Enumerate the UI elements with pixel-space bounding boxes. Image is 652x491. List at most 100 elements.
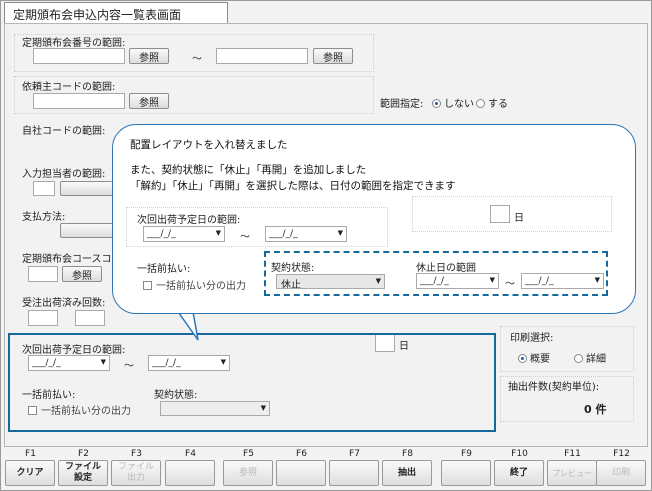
payment-method-button[interactable] (60, 223, 116, 238)
window-title-tab[interactable]: 定期頒布会申込内容一覧表画面 (4, 2, 228, 24)
course-code-input[interactable] (28, 266, 58, 282)
callout-pause-from-date[interactable]: ___/_/_ ▼ (416, 273, 499, 289)
fkey-f8[interactable]: F8 抽出 (381, 448, 434, 488)
fkey-number: F4 (185, 449, 196, 459)
range-spec-no[interactable]: しない (432, 95, 474, 110)
fkey-f4[interactable]: F4 (164, 448, 217, 488)
callout-next-ship-tilde: ～ (240, 232, 250, 243)
fkey-number: F7 (349, 449, 360, 459)
fkey-f1[interactable]: F1 クリア (4, 448, 57, 488)
staff-browse-button[interactable] (60, 181, 116, 196)
callout-next-ship-to[interactable]: ___/_/_ ▼ (265, 226, 347, 242)
callout-lump-checkbox[interactable]: 一括前払い分の出力 (143, 277, 246, 292)
fkey-f9[interactable]: F9 (440, 448, 493, 488)
fkey-f12-button[interactable]: 印刷 (596, 460, 646, 486)
shipped-count-label: 受注出荷済み回数: (22, 298, 106, 309)
fkey-f3[interactable]: F3 ファイル 出力 (110, 448, 163, 488)
range-spec-no-radio[interactable] (432, 99, 441, 108)
callout-pause-date-label: 休止日の範囲 (416, 263, 476, 274)
number-to-browse-button[interactable]: 参照 (313, 48, 353, 64)
client-code-input[interactable] (33, 93, 125, 109)
fkey-f11[interactable]: F11 プレビュー (546, 448, 599, 488)
lump-sum-check-label: 一括前払い分の出力 (41, 406, 131, 417)
callout-next-ship-from[interactable]: ___/_/_ ▼ (143, 226, 225, 242)
fkey-f6-button[interactable] (276, 460, 326, 486)
chevron-down-icon: ▼ (215, 229, 221, 237)
shipped-count-to-input[interactable] (75, 310, 105, 326)
callout-day-label: 日 (514, 213, 524, 224)
next-ship-to-date[interactable]: ___/_/_ ▼ (148, 355, 230, 371)
range-spec-label: 範囲指定: (380, 99, 424, 110)
print-detail-option[interactable]: 詳細 (574, 350, 606, 365)
fkey-f7-button[interactable] (329, 460, 379, 486)
fkey-f11-button[interactable]: プレビュー (547, 460, 597, 486)
callout-day-section (412, 196, 612, 232)
callout-contract-label: 契約状態: (271, 263, 315, 274)
fkey-f4-button[interactable] (165, 460, 215, 486)
print-summary-option[interactable]: 概要 (518, 350, 550, 365)
shipped-count-from-input[interactable] (28, 310, 58, 326)
fkey-f3-button[interactable]: ファイル 出力 (111, 460, 161, 486)
chevron-down-icon: ▼ (594, 276, 600, 284)
staff-code-input[interactable] (33, 181, 55, 196)
fkey-f12[interactable]: F12 印刷 (595, 448, 648, 488)
fkey-f8-button[interactable]: 抽出 (382, 460, 432, 486)
next-ship-to-date-text: ___/_/_ (152, 358, 181, 368)
fkey-number: F11 (564, 449, 581, 459)
fkey-f5[interactable]: F5 参照 (222, 448, 275, 488)
number-to-input[interactable] (216, 48, 308, 64)
next-ship-from-date[interactable]: ___/_/_ ▼ (28, 355, 110, 371)
callout-contract-select[interactable]: 休止 ▼ (276, 274, 385, 289)
callout-line-1: 配置レイアウトを入れ替えました (130, 139, 288, 151)
chevron-down-icon: ▼ (100, 358, 106, 366)
course-browse-button[interactable]: 参照 (62, 266, 102, 282)
callout-day-input[interactable] (490, 205, 510, 223)
number-range-label: 定期頒布会番号の範囲: (22, 38, 126, 49)
print-detail-radio[interactable] (574, 354, 583, 363)
print-summary-radio[interactable] (518, 354, 527, 363)
extract-count-label: 抽出件数(契約単位): (508, 382, 600, 393)
chevron-down-icon: ▼ (337, 229, 343, 237)
range-spec-yes[interactable]: する (476, 95, 508, 110)
fkey-f5-button[interactable]: 参照 (223, 460, 273, 486)
next-ship-tilde: ～ (124, 361, 134, 372)
number-from-browse-button[interactable]: 参照 (129, 48, 169, 64)
fkey-number: F2 (78, 449, 89, 459)
callout-line-2: また、契約状態に「休止」「再開」を追加しました (130, 164, 367, 176)
extract-count-value: 0 件 (584, 403, 607, 416)
callout-next-ship-from-text: ___/_/_ (147, 229, 176, 239)
fkey-f6[interactable]: F6 (275, 448, 328, 488)
callout-pause-to-date[interactable]: ___/_/_ ▼ (521, 273, 604, 289)
lump-sum-check-box[interactable] (28, 406, 37, 415)
print-select-label: 印刷選択: (510, 333, 554, 344)
next-ship-range-label: 次回出荷予定日の範囲: (22, 345, 126, 356)
callout-contract-value: 休止 (281, 280, 301, 289)
payment-method-label: 支払方法: (22, 212, 66, 223)
fkey-f7[interactable]: F7 (328, 448, 381, 488)
client-code-browse-button[interactable]: 参照 (129, 93, 169, 109)
function-key-bar: F1 クリア F2 ファイル 設定 F3 ファイル 出力 F4 F5 参照 F6 F7 … (4, 448, 648, 488)
chevron-down-icon: ▼ (489, 276, 495, 284)
fkey-f2-button[interactable]: ファイル 設定 (58, 460, 108, 486)
fkey-number: F3 (131, 449, 142, 459)
fkey-f10-button[interactable]: 終了 (494, 460, 544, 486)
callout-next-ship-to-text: ___/_/_ (269, 229, 298, 239)
own-code-label: 自社コードの範囲: (22, 126, 106, 137)
staff-range-label: 入力担当者の範囲: (22, 169, 106, 180)
number-from-input[interactable] (33, 48, 125, 64)
fkey-f10[interactable]: F10 終了 (493, 448, 546, 488)
print-summary-label: 概要 (530, 354, 550, 365)
fkey-f2[interactable]: F2 ファイル 設定 (57, 448, 110, 488)
callout-line-3: 「解約」「休止」「再開」を選択した際は、日付の範囲を指定できます (130, 180, 456, 192)
lump-sum-checkbox[interactable]: 一括前払い分の出力 (28, 402, 131, 417)
chevron-down-icon: ▼ (260, 404, 266, 412)
range-spec-yes-label: する (488, 99, 508, 110)
fkey-f9-button[interactable] (441, 460, 491, 486)
callout-pause-tilde: ～ (505, 279, 515, 290)
contract-state-select[interactable]: ▼ (160, 401, 270, 416)
callout-lump-check-label: 一括前払い分の出力 (156, 281, 246, 292)
next-ship-from-date-text: ___/_/_ (32, 358, 61, 368)
callout-lump-check-box[interactable] (143, 281, 152, 290)
fkey-f1-button[interactable]: クリア (5, 460, 55, 486)
range-spec-yes-radio[interactable] (476, 99, 485, 108)
